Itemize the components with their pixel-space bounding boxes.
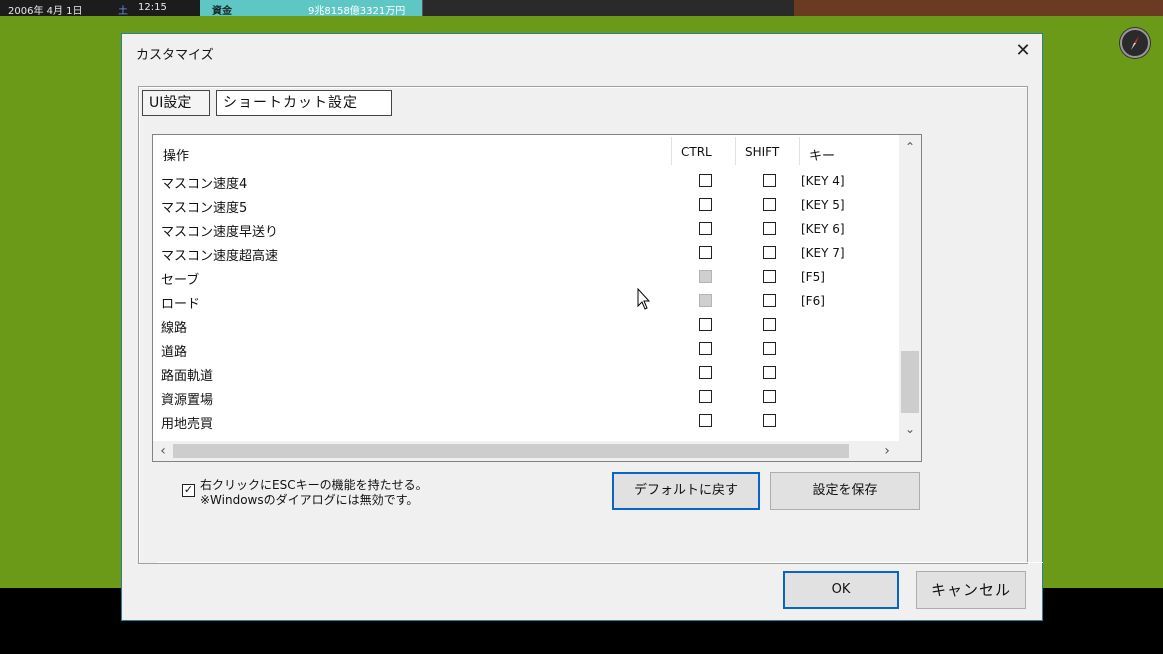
table-row[interactable]: マスコン速度超高速 [KEY 7]	[153, 241, 899, 265]
ctrl-checkbox[interactable]	[699, 366, 712, 379]
dialog-title: カスタマイズ	[136, 48, 214, 63]
close-icon[interactable]: ✕	[1012, 40, 1034, 62]
operation-label: マスコン速度早送り	[161, 225, 279, 240]
key-value: [KEY 4]	[801, 174, 845, 188]
scroll-right-icon[interactable]: ›	[877, 441, 897, 461]
vertical-scrollbar[interactable]: ⌃ ⌄	[899, 135, 921, 441]
ok-button[interactable]: OK	[783, 571, 899, 609]
ctrl-checkbox[interactable]	[699, 198, 712, 211]
operation-label: ロード	[161, 297, 201, 312]
column-header-ctrl[interactable]: CTRL	[681, 145, 712, 159]
table-row[interactable]: マスコン速度早送り [KEY 6]	[153, 217, 899, 241]
table-row[interactable]: 路面軌道	[153, 361, 899, 385]
horizontal-scrollbar[interactable]: ‹ ›	[153, 441, 899, 461]
column-header-key[interactable]: キー	[809, 145, 835, 164]
vertical-scroll-thumb[interactable]	[901, 351, 919, 413]
operation-label: 路面軌道	[161, 369, 214, 384]
horizontal-scroll-thumb[interactable]	[173, 444, 849, 458]
time-text: 12:15	[138, 2, 167, 13]
key-value: [F5]	[801, 270, 825, 284]
shift-checkbox[interactable]	[763, 174, 776, 187]
funds-value: 9兆8158億3321万円	[308, 6, 406, 17]
column-header-operation[interactable]: 操作	[163, 145, 189, 164]
panel-divider	[157, 561, 1043, 563]
key-value: [F6]	[801, 294, 825, 308]
funds-panel: 資金 9兆8158億3321万円	[200, 0, 422, 17]
shift-checkbox[interactable]	[763, 222, 776, 235]
table-row[interactable]: マスコン速度5 [KEY 5]	[153, 193, 899, 217]
compass-icon[interactable]	[1120, 28, 1150, 58]
operation-label: 道路	[161, 345, 188, 360]
table-row[interactable]: 用地売買	[153, 409, 899, 433]
column-separator	[735, 137, 736, 165]
right-click-esc-note: ※Windowsのダイアログには無効です。	[200, 493, 419, 507]
table-row[interactable]: 線路	[153, 313, 899, 337]
shortcut-list[interactable]: 操作 CTRL SHIFT キー マスコン速度4 [KEY 4] マスコン速度5…	[152, 134, 922, 462]
funds-label: 資金	[212, 6, 232, 17]
date-text: 2006年 4月 1日	[8, 6, 83, 17]
operation-label: 資源置場	[161, 393, 214, 408]
shift-checkbox[interactable]	[763, 246, 776, 259]
scroll-down-icon[interactable]: ⌄	[899, 419, 921, 439]
list-header: 操作 CTRL SHIFT キー	[153, 135, 899, 167]
operation-label: マスコン速度5	[161, 201, 248, 216]
ctrl-checkbox-disabled	[699, 270, 712, 283]
operation-label: セーブ	[161, 273, 200, 288]
scroll-left-icon[interactable]: ‹	[153, 441, 173, 461]
right-click-esc-checkbox[interactable]: ✓	[182, 484, 195, 497]
operation-label: 用地売買	[161, 417, 214, 432]
table-row[interactable]: ロード [F6]	[153, 289, 899, 313]
tab-shortcut-settings[interactable]: ショートカット設定	[216, 90, 392, 116]
day-of-week-text: 土	[118, 6, 128, 17]
table-row[interactable]: 道路	[153, 337, 899, 361]
ctrl-checkbox[interactable]	[699, 414, 712, 427]
ctrl-checkbox[interactable]	[699, 222, 712, 235]
shift-checkbox[interactable]	[763, 294, 776, 307]
column-header-shift[interactable]: SHIFT	[745, 145, 779, 159]
ctrl-checkbox-disabled	[699, 294, 712, 307]
column-separator	[671, 137, 672, 165]
scrollbar-corner	[899, 441, 921, 461]
status-bar: 2006年 4月 1日 土 12:15 資金 9兆8158億3321万円	[0, 0, 1163, 17]
operation-label: マスコン速度超高速	[161, 249, 279, 264]
save-settings-button[interactable]: 設定を保存	[770, 472, 920, 510]
scroll-up-icon[interactable]: ⌃	[899, 137, 921, 157]
shift-checkbox[interactable]	[763, 342, 776, 355]
key-value: [KEY 7]	[801, 246, 845, 260]
shift-checkbox[interactable]	[763, 366, 776, 379]
tab-ui-settings[interactable]: UI設定	[142, 90, 210, 116]
cancel-button[interactable]: キャンセル	[916, 571, 1026, 609]
ctrl-checkbox[interactable]	[699, 318, 712, 331]
ctrl-checkbox[interactable]	[699, 390, 712, 403]
ctrl-checkbox[interactable]	[699, 246, 712, 259]
table-row[interactable]: マスコン速度4 [KEY 4]	[153, 169, 899, 193]
restore-default-button[interactable]: デフォルトに戻す	[612, 472, 760, 510]
shift-checkbox[interactable]	[763, 270, 776, 283]
table-row[interactable]: 資源置場	[153, 385, 899, 409]
column-separator	[799, 137, 800, 165]
operation-label: 線路	[161, 321, 188, 336]
key-value: [KEY 6]	[801, 222, 845, 236]
shift-checkbox[interactable]	[763, 318, 776, 331]
ctrl-checkbox[interactable]	[699, 342, 712, 355]
customize-dialog: カスタマイズ ✕ UI設定 ショートカット設定 操作 CTRL SHIFT キー…	[121, 33, 1043, 621]
list-rows: マスコン速度4 [KEY 4] マスコン速度5 [KEY 5] マスコン速度早送…	[153, 169, 899, 433]
status-strip-right	[794, 0, 1163, 16]
key-value: [KEY 5]	[801, 198, 845, 212]
status-strip	[422, 0, 794, 16]
table-row[interactable]: セーブ [F5]	[153, 265, 899, 289]
ctrl-checkbox[interactable]	[699, 174, 712, 187]
shift-checkbox[interactable]	[763, 414, 776, 427]
operation-label: マスコン速度4	[161, 177, 248, 192]
mouse-cursor-icon	[637, 287, 651, 316]
shift-checkbox[interactable]	[763, 390, 776, 403]
shift-checkbox[interactable]	[763, 198, 776, 211]
